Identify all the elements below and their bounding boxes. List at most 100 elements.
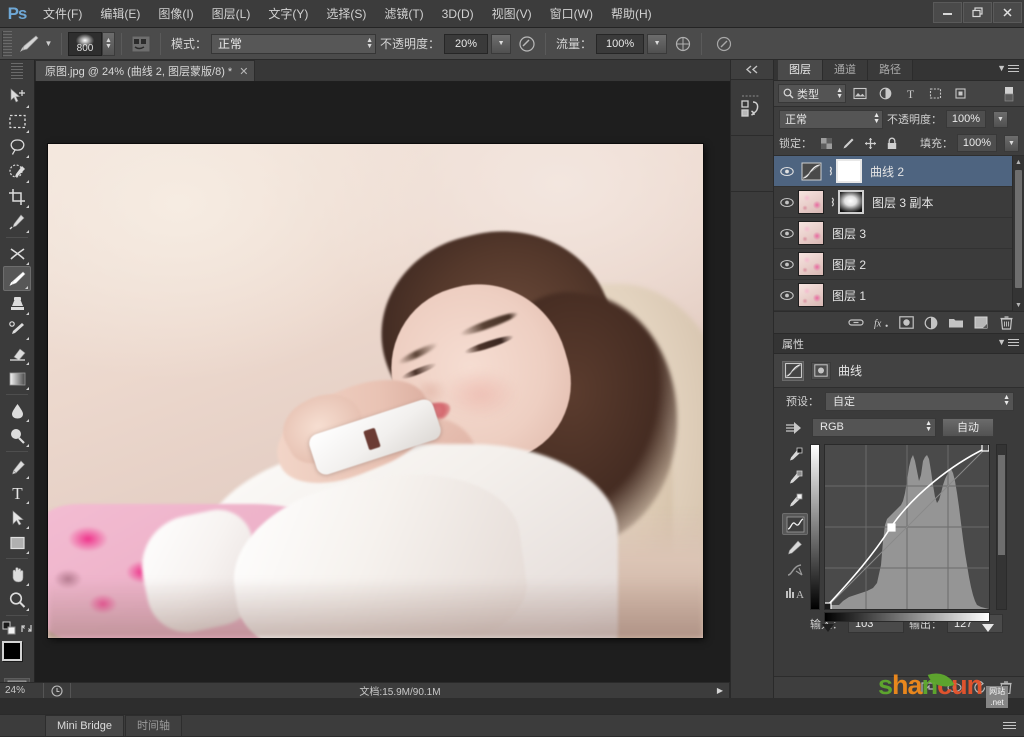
document-canvas[interactable] xyxy=(48,144,703,638)
tab-timeline[interactable]: 时间轴 xyxy=(125,715,183,736)
layer-thumbnail[interactable] xyxy=(798,252,824,276)
close-button[interactable] xyxy=(993,2,1022,23)
on-image-adjustment-button[interactable] xyxy=(784,419,806,436)
layer-thumbnail[interactable] xyxy=(798,283,824,307)
lock-all-button[interactable] xyxy=(884,135,900,151)
layer-filter-type-select[interactable]: 类型 ▲ ▼ xyxy=(778,84,846,103)
opacity-input[interactable]: 20% xyxy=(444,33,489,54)
table-row[interactable]: 图层 2 xyxy=(774,249,1024,280)
document-tab[interactable]: 原图.jpg @ 24% (曲线 2, 图层蒙版/8) * ✕ xyxy=(35,60,256,81)
layer-opacity-input[interactable]: 100% xyxy=(946,110,986,128)
history-panel-icon-button[interactable] xyxy=(731,80,773,136)
color-swatches[interactable] xyxy=(2,641,32,671)
curves-adjustment-icon[interactable] xyxy=(782,360,804,381)
link-layers-button[interactable] xyxy=(848,315,864,331)
layer-visibility-toggle[interactable] xyxy=(776,290,798,301)
black-input-slider[interactable] xyxy=(822,624,834,632)
canvas-area[interactable] xyxy=(35,82,730,682)
expand-panels-button[interactable] xyxy=(731,60,773,80)
pen-tool[interactable] xyxy=(3,455,31,480)
brush-tool[interactable] xyxy=(3,266,31,291)
smooth-curve-button[interactable] xyxy=(782,559,808,581)
lock-position-button[interactable] xyxy=(862,135,878,151)
sample-black-point-button[interactable] xyxy=(782,444,808,466)
current-tool-icon[interactable] xyxy=(16,32,42,56)
auto-button[interactable]: 自动 xyxy=(942,417,994,437)
curves-graph[interactable] xyxy=(824,444,990,610)
channel-select[interactable]: RGB ▲ ▼ xyxy=(812,417,936,437)
opacity-pressure-toggle[interactable] xyxy=(515,32,539,56)
sample-gray-point-button[interactable] xyxy=(782,467,808,489)
reset-adjustment-button[interactable] xyxy=(972,680,988,696)
path-selection-tool[interactable] xyxy=(3,505,31,530)
properties-panel-menu-button[interactable]: ▼ xyxy=(997,337,1019,347)
restore-button[interactable] xyxy=(963,2,992,23)
menu-help[interactable]: 帮助(H) xyxy=(602,0,661,28)
filter-smart-objects-button[interactable] xyxy=(949,84,971,104)
document-tab-close-icon[interactable]: ✕ xyxy=(239,65,248,78)
quick-selection-tool[interactable] xyxy=(3,159,31,184)
layer-visibility-toggle[interactable] xyxy=(776,259,798,270)
opacity-slider-dropdown[interactable]: ▼ xyxy=(491,33,512,54)
extra-panel-icon-button[interactable] xyxy=(731,136,773,192)
foreground-color-swatch[interactable] xyxy=(2,641,22,661)
document-size-info[interactable]: 文档:15.9M/90.1M ▶ xyxy=(70,683,730,698)
blur-tool[interactable] xyxy=(3,398,31,423)
delete-adjustment-button[interactable] xyxy=(998,680,1014,696)
layers-panel-menu-button[interactable]: ▼ xyxy=(997,63,1019,73)
menu-layer[interactable]: 图层(L) xyxy=(203,0,260,28)
scrollbar-thumb[interactable] xyxy=(998,455,1005,555)
filter-toggle-switch[interactable] xyxy=(998,84,1020,104)
lock-image-pixels-button[interactable] xyxy=(840,135,856,151)
add-mask-button[interactable] xyxy=(898,315,914,331)
tablet-pressure-toggle[interactable] xyxy=(712,32,736,56)
scrollbar-thumb[interactable] xyxy=(1015,170,1022,288)
status-expand-icon[interactable]: ▶ xyxy=(717,686,723,695)
shape-tool[interactable] xyxy=(3,530,31,555)
curves-display-options-button[interactable]: A xyxy=(782,582,808,604)
swap-colors-icon[interactable] xyxy=(20,622,33,635)
bottom-bar-menu-button[interactable] xyxy=(1003,714,1024,736)
layer-style-button[interactable]: fx xyxy=(873,315,889,331)
new-layer-button[interactable] xyxy=(973,315,989,331)
brush-size-dropdown[interactable]: ▲ ▼ xyxy=(102,31,115,56)
toggle-visibility-footer-button[interactable] xyxy=(946,680,962,696)
tab-channels[interactable]: 通道 xyxy=(823,60,868,80)
layer-thumbnail[interactable] xyxy=(798,221,824,245)
delete-layer-button[interactable] xyxy=(998,315,1014,331)
white-input-slider[interactable] xyxy=(982,624,994,632)
gradient-tool[interactable] xyxy=(3,366,31,391)
options-bar-grip[interactable] xyxy=(2,30,12,57)
table-row[interactable]: 图层 3 xyxy=(774,218,1024,249)
scroll-down-icon[interactable]: ▼ xyxy=(1013,299,1024,311)
lasso-tool[interactable] xyxy=(3,134,31,159)
menu-view[interactable]: 视图(V) xyxy=(483,0,541,28)
filter-adjustment-layers-button[interactable] xyxy=(874,84,896,104)
clone-stamp-tool[interactable] xyxy=(3,291,31,316)
clip-to-layer-footer-button[interactable] xyxy=(920,680,936,696)
airbrush-toggle[interactable] xyxy=(671,32,695,56)
healing-brush-tool[interactable] xyxy=(3,241,31,266)
lock-transparent-pixels-button[interactable] xyxy=(818,135,834,151)
flow-input[interactable]: 100% xyxy=(596,33,645,54)
menu-window[interactable]: 窗口(W) xyxy=(541,0,602,28)
history-brush-tool[interactable] xyxy=(3,316,31,341)
blend-mode-select[interactable]: 正常 ▲ ▼ xyxy=(211,33,377,54)
type-tool[interactable]: T xyxy=(3,480,31,505)
eraser-tool[interactable] xyxy=(3,341,31,366)
default-colors-icon[interactable] xyxy=(2,621,16,635)
layer-visibility-toggle[interactable] xyxy=(776,166,798,177)
menu-file[interactable]: 文件(F) xyxy=(34,0,91,28)
layer-mask-thumbnail[interactable] xyxy=(836,159,862,183)
brush-panel-toggle[interactable] xyxy=(128,32,154,56)
menu-image[interactable]: 图像(I) xyxy=(149,0,202,28)
preset-select[interactable]: 自定 ▲ ▼ xyxy=(825,391,1014,411)
tab-paths[interactable]: 路径 xyxy=(868,60,913,80)
layer-fill-input[interactable]: 100% xyxy=(957,134,997,152)
curves-panel-scrollbar[interactable] xyxy=(996,444,1007,610)
hand-tool[interactable] xyxy=(3,562,31,587)
filter-pixel-layers-button[interactable] xyxy=(849,84,871,104)
status-options-button[interactable] xyxy=(44,684,70,697)
zoom-tool[interactable] xyxy=(3,587,31,612)
layer-thumbnail[interactable] xyxy=(798,190,824,214)
